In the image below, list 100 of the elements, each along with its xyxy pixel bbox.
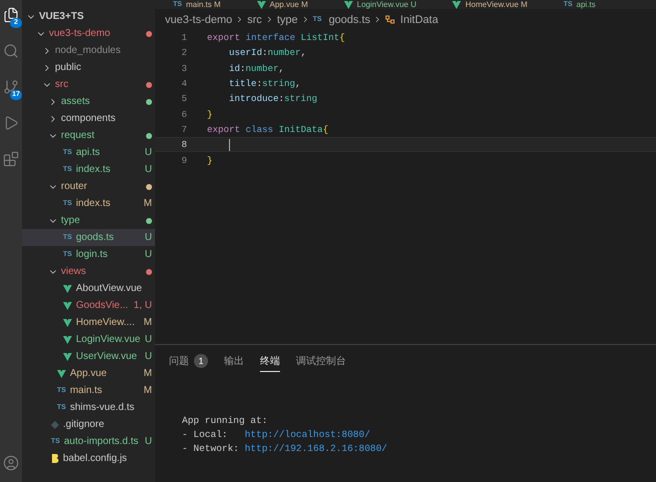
code-line: introduce:string [229,93,318,104]
line-number: 2 [180,47,187,58]
git-status: U [144,249,152,260]
url-link[interactable]: http://localhost:8080/ [244,429,370,440]
workspace-title[interactable]: VUE3+TS [39,11,84,22]
editor-tab[interactable]: HomeView.vue M [434,0,546,9]
folder-item[interactable]: request [22,127,155,144]
file-name: shims-vue.d.ts [70,402,136,413]
file-name: assets [61,96,91,107]
git-status: U [144,164,152,175]
folder-item[interactable]: vue3-ts-demo [22,25,155,42]
code-line: } [207,108,213,120]
terminal-text: - Local: [182,429,229,440]
file-name: GoodsVie... [76,300,130,311]
folder-item[interactable]: views [22,263,155,280]
git-status: U [144,147,152,158]
folder-item[interactable]: assets [22,93,155,110]
text-cursor [229,138,230,151]
git-status: U [144,351,152,362]
breadcrumb-item[interactable]: InitData [400,14,438,26]
file-item[interactable]: HomeView.... M [22,314,155,331]
count-badge: 1 [194,354,208,368]
file-name: login.ts [76,249,109,260]
git-status: U [144,436,152,447]
vue-icon [344,0,353,8]
file-name: goods.ts [76,232,115,243]
breadcrumb-item[interactable]: src [247,14,262,26]
file-name: api.ts [76,147,101,158]
b-shape-icon [51,454,59,463]
line-number: 8 [180,139,187,150]
line-number: 3 [180,62,187,74]
line-number: 7 [180,124,187,135]
file-name: App.vue [70,368,108,379]
file-name: views [61,266,88,277]
file-item[interactable]: GoodsVie... 1, U [22,297,155,314]
folder-item[interactable]: router [22,178,155,195]
folder-item[interactable]: public [22,59,155,76]
panel-tab[interactable]: 输出 [224,348,244,372]
folder-item[interactable]: type [22,212,155,229]
file-name: type [61,215,81,226]
folder-item[interactable]: node_modules [22,42,155,59]
code-line: userId:number, [229,47,306,58]
url-link[interactable]: http://192.168.2.16:8080/ [244,443,388,454]
breadcrumb-item[interactable]: type [276,14,298,26]
file-item[interactable]: AboutView.vue [22,280,155,297]
file-item[interactable]: UserView.vue U [22,348,155,365]
file-name: vue3-ts-demo [49,28,112,39]
play-icon[interactable] [3,115,19,131]
file-name: src [55,79,70,90]
git-status: U [144,232,152,243]
file-name: components [61,113,116,124]
file-name: main.ts [70,385,104,396]
file-name: node_modules [55,45,122,56]
line-number: 9 [180,154,187,166]
vue-icon [256,0,266,8]
folder-item[interactable]: components [22,110,155,127]
code-line: export class InitData{ [207,124,328,135]
breadcrumb-item[interactable]: vue3-ts-demo [165,14,232,26]
file-item[interactable]: App.vue M [22,365,155,382]
code-line: } [207,154,213,166]
terminal-text: - Network: [182,443,240,454]
file-name: auto-imports.d.ts [64,436,140,447]
breadcrumb-item[interactable]: goods.ts [328,14,370,26]
git-status: 1, U [134,300,152,311]
git-status: M [144,317,152,328]
git-status: M [144,385,152,396]
branch-icon[interactable] [3,79,19,95]
code-line: id:number, [229,62,284,74]
editor-tab[interactable]: LoginView.vue U [326,0,434,9]
line-number: 5 [180,93,187,104]
search-icon[interactable] [3,43,19,59]
files-icon[interactable] [3,7,19,23]
vue-icon [452,0,462,8]
panel-tab[interactable]: 问题 1 [169,348,208,372]
file-name: index.ts [76,198,112,209]
git-status: U [144,334,152,345]
file-name: index.ts [76,164,112,175]
file-item[interactable]: .gitignore [22,416,155,433]
folder-item[interactable]: src [22,76,155,93]
diamond-icon [51,420,59,428]
file-item[interactable]: babel.config.js [22,450,155,467]
file-name: HomeView.... [76,317,136,328]
git-status: M [144,198,152,209]
file-item[interactable]: LoginView.vue U [22,331,155,348]
file-name: .gitignore [63,419,106,430]
panel-tab[interactable]: 调试控制台 [296,348,346,372]
file-name: LoginView.vue [76,334,142,345]
code-line: title:string, [229,78,301,90]
editor-tab[interactable]: App.vue M [238,0,326,9]
file-name: request [61,130,96,141]
line-number: 1 [180,32,187,44]
file-name: AboutView.vue [76,283,143,294]
blocks-icon[interactable] [3,151,19,167]
file-name: babel.config.js [63,453,128,464]
terminal-text: App running at: [182,415,268,426]
file-name: public [55,62,82,73]
account-icon[interactable] [3,455,19,471]
panel-tab[interactable]: 终端 [260,348,280,372]
file-name: UserView.vue [76,351,138,362]
code-line: export interface ListInt{ [207,32,345,44]
